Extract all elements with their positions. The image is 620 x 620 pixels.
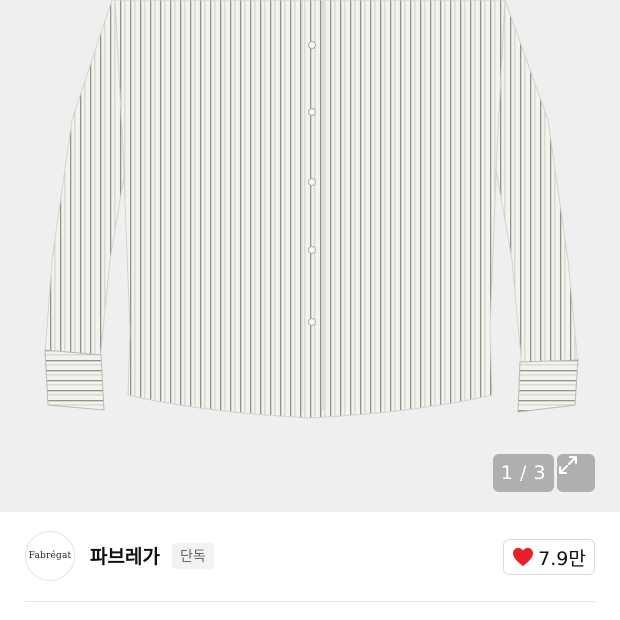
divider bbox=[25, 601, 595, 602]
expand-button[interactable] bbox=[557, 454, 595, 492]
brand-row: Fabrégat 파브레가 단독 7.9만 bbox=[0, 512, 620, 600]
like-button[interactable]: 7.9만 bbox=[503, 539, 595, 575]
brand-logo[interactable]: Fabrégat bbox=[25, 531, 75, 581]
brand-name[interactable]: 파브레가 bbox=[90, 542, 160, 569]
like-count: 7.9만 bbox=[538, 547, 586, 570]
product-image-gallery[interactable]: 1 / 3 bbox=[0, 0, 620, 512]
heart-icon bbox=[513, 547, 534, 567]
brand-logo-text: Fabrégat bbox=[28, 551, 72, 561]
product-image bbox=[44, 0, 579, 419]
expand-icon bbox=[559, 456, 577, 474]
page-indicator: 1 / 3 bbox=[493, 454, 554, 492]
exclusive-badge: 단독 bbox=[172, 543, 214, 569]
